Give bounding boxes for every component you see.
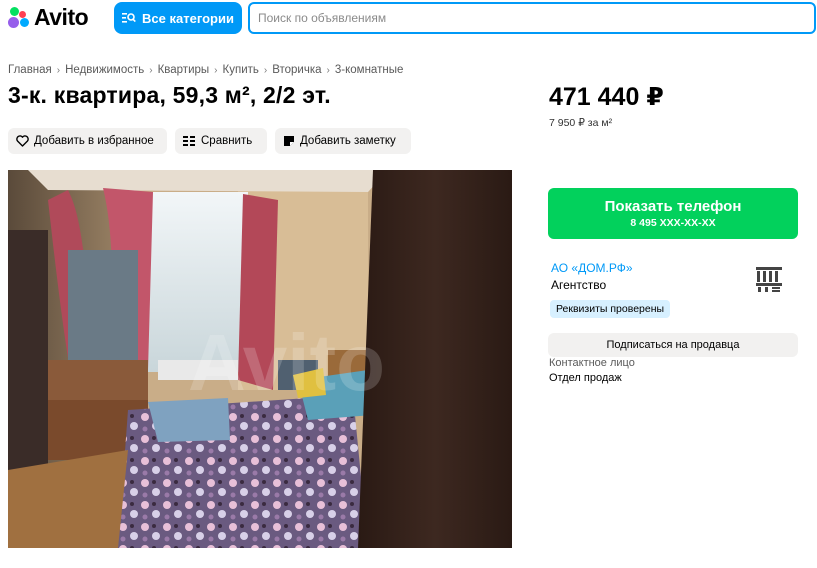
contact-person-label: Контактное лицо xyxy=(549,357,635,369)
breadcrumb-buy[interactable]: Купить xyxy=(223,64,259,76)
phone-masked: 8 495 XXX-XX-XX xyxy=(630,217,716,229)
breadcrumb-real-estate[interactable]: Недвижимость xyxy=(65,64,144,76)
compare-icon xyxy=(183,136,195,146)
breadcrumb: Главная › Недвижимость › Квартиры › Купи… xyxy=(8,64,403,76)
price-per-m2: 7 950 ₽ за м² xyxy=(549,117,613,129)
all-categories-label: Все категории xyxy=(142,10,234,26)
show-phone-label: Показать телефон xyxy=(604,198,742,215)
add-to-favorites-button[interactable]: Добавить в избранное xyxy=(8,128,167,154)
search-input[interactable] xyxy=(248,2,816,34)
compare-button[interactable]: Сравнить xyxy=(175,128,267,154)
photo-watermark: Avito xyxy=(188,318,385,407)
seller-logo-icon[interactable] xyxy=(752,262,786,296)
verified-badge: Реквизиты проверены xyxy=(550,300,671,318)
add-to-favorites-label: Добавить в избранное xyxy=(34,135,154,147)
price: 471 440 ₽ xyxy=(549,83,664,111)
contact-person-value: Отдел продаж xyxy=(549,372,622,384)
all-categories-button[interactable]: Все категории xyxy=(114,2,242,34)
chevron-right-icon: › xyxy=(326,64,330,76)
compare-label: Сравнить xyxy=(201,135,253,147)
breadcrumb-3-room[interactable]: 3-комнатные xyxy=(335,64,403,76)
logo-dots-icon xyxy=(8,6,30,28)
listing-actions: Добавить в избранное Сравнить Добавить з… xyxy=(8,128,411,154)
show-phone-button[interactable]: Показать телефон 8 495 XXX-XX-XX xyxy=(548,188,798,239)
heart-icon xyxy=(16,135,29,147)
subscribe-to-seller-button[interactable]: Подписаться на продавца xyxy=(548,333,798,357)
apartment-photo-image: Avito xyxy=(8,170,512,548)
breadcrumb-apartments[interactable]: Квартиры xyxy=(158,64,210,76)
chevron-right-icon: › xyxy=(263,64,268,76)
categories-search-icon xyxy=(122,13,136,23)
chevron-right-icon: › xyxy=(56,64,61,76)
avito-logo[interactable]: Avito xyxy=(8,3,89,30)
seller-name-link[interactable]: АО «ДОМ.РФ» xyxy=(551,261,633,275)
listing-photo[interactable]: Avito xyxy=(8,170,512,548)
add-note-label: Добавить заметку xyxy=(300,135,396,147)
breadcrumb-secondary[interactable]: Вторичка xyxy=(272,64,321,76)
seller-type: Агентство xyxy=(551,278,607,292)
chevron-right-icon: › xyxy=(214,64,218,76)
listing-title: 3-к. квартира, 59,3 м², 2/2 эт. xyxy=(8,82,331,108)
chevron-right-icon: › xyxy=(149,64,153,76)
add-note-button[interactable]: Добавить заметку xyxy=(275,128,411,154)
logo-text: Avito xyxy=(34,3,89,30)
breadcrumb-home[interactable]: Главная xyxy=(8,64,52,76)
note-icon xyxy=(284,136,294,146)
